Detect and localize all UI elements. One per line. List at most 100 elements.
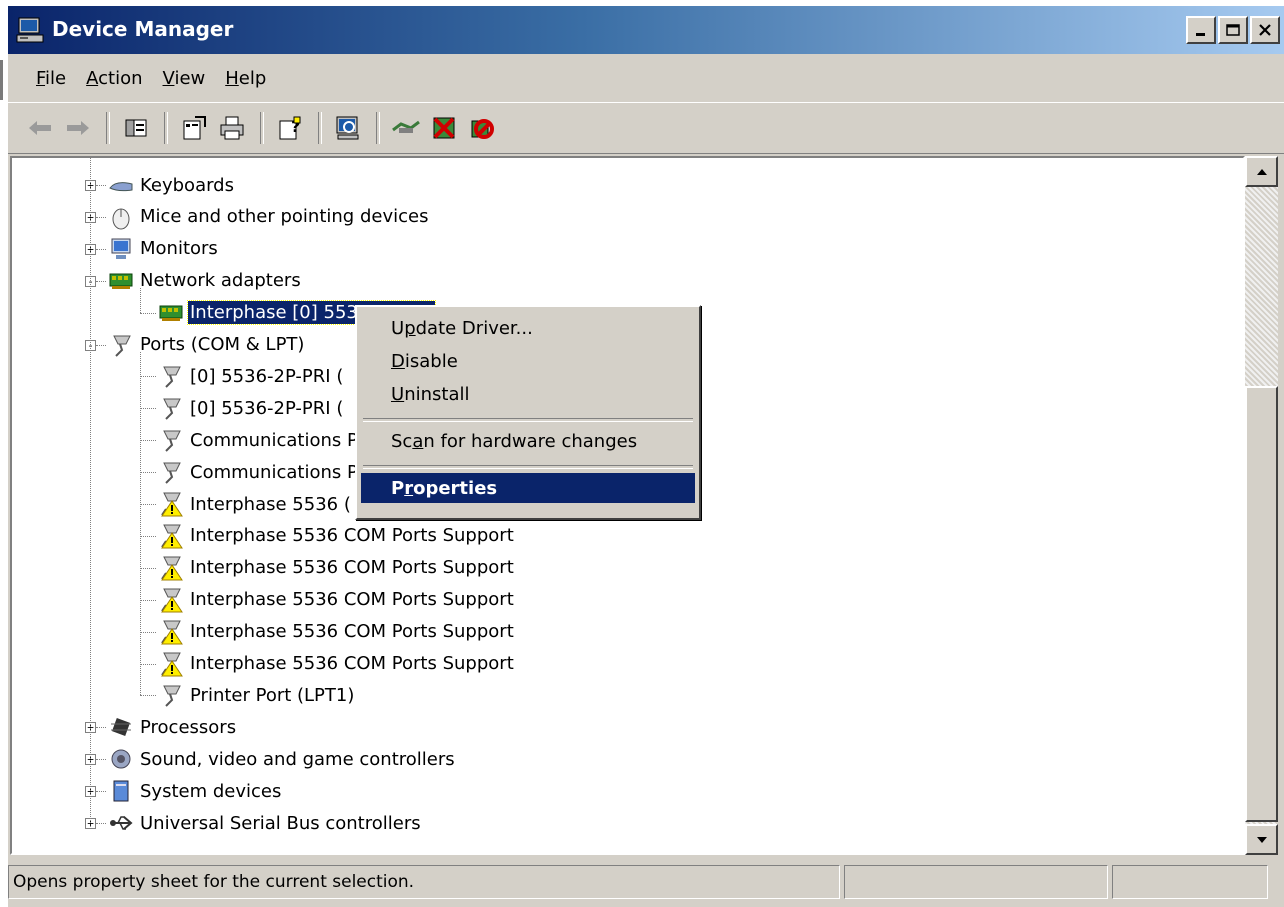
tree-connector (96, 759, 106, 761)
port-icon (163, 685, 181, 708)
tree-device[interactable]: Printer Port (LPT1) (158, 680, 356, 710)
print-icon (220, 116, 244, 140)
tree-connector (140, 631, 156, 633)
title-bar[interactable]: Device Manager (8, 6, 1284, 54)
monitor-icon (111, 238, 131, 259)
update-driver-button[interactable] (388, 110, 424, 146)
print-button[interactable] (214, 110, 250, 146)
port-icon (163, 462, 181, 484)
tree-label: Keyboards (140, 174, 234, 196)
show-hide-tree-button[interactable] (118, 110, 154, 146)
tree-category[interactable]: Monitors (108, 234, 220, 264)
tree-device[interactable]: [0] 5536-2P-PRI ( (158, 361, 345, 391)
tree-category[interactable]: Ports (COM & LPT) (108, 330, 306, 360)
tree-connector (96, 216, 106, 218)
vertical-scrollbar[interactable] (1245, 156, 1278, 855)
close-icon (1259, 24, 1271, 36)
processor-icon (111, 718, 131, 737)
tree-label: System devices (140, 780, 282, 802)
status-bar: Opens property sheet for the current sel… (8, 865, 1284, 901)
uninstall-button[interactable] (426, 110, 462, 146)
context-menu: Up date Driver... Disable Uninstall Sc a n for… (355, 305, 701, 520)
maximize-button[interactable] (1218, 16, 1248, 44)
tree-connector (96, 344, 106, 346)
tree-label: Ports (COM & LPT) (140, 334, 305, 355)
tree-connector (140, 663, 156, 665)
menu-view[interactable]: View (153, 68, 216, 89)
tree-category[interactable]: System devices (108, 776, 283, 806)
help-button[interactable]: ? (272, 110, 308, 146)
port-warning-icon (161, 620, 183, 645)
tree-connector (140, 440, 156, 442)
tree-label: Network adapters (140, 270, 301, 292)
show-hide-tree-icon (125, 119, 147, 137)
forward-button[interactable] (60, 110, 96, 146)
scroll-up-icon (1256, 168, 1267, 175)
context-menu-update-driver[interactable]: Up date Driver... (361, 313, 695, 343)
properties-button[interactable] (176, 110, 212, 146)
tree-device[interactable]: Interphase 5536 COM Ports Support (158, 649, 516, 679)
tree-label: Communications P (190, 461, 358, 483)
uninstall-icon (433, 117, 455, 139)
scroll-up-button[interactable] (1245, 156, 1278, 187)
tree-connector (140, 376, 156, 378)
tree-category[interactable]: Processors (108, 712, 238, 742)
tree-device[interactable]: Interphase 5536 COM Ports Support (158, 585, 516, 615)
toolbar-separator (106, 112, 110, 144)
tree-connector (96, 185, 106, 186)
tree-connector (90, 158, 91, 823)
tree-device[interactable]: Communications P (158, 457, 360, 487)
window-title: Device Manager (52, 17, 234, 41)
minimize-button[interactable] (1186, 16, 1216, 44)
toolbar-separator (164, 112, 168, 144)
menu-action[interactable]: Action (76, 68, 152, 89)
tree-device[interactable]: Interphase 5536 ( (158, 489, 353, 519)
tree-device[interactable]: Interphase 5536 COM Ports Support (158, 617, 516, 647)
back-button[interactable] (22, 110, 58, 146)
tree-device[interactable]: Interphase 5536 COM Ports Support (158, 521, 516, 551)
context-menu-properties[interactable]: Pr operties (361, 473, 695, 503)
tree-connector (96, 791, 106, 793)
tree-label: Sound, video and game controllers (140, 748, 455, 770)
menu-help[interactable]: Help (215, 68, 276, 89)
port-warning-icon (161, 556, 183, 581)
tree-device[interactable]: Interphase 5536 COM Ports Support (158, 553, 516, 583)
tree-label: [0] 5536-2P-PRI ( (190, 397, 344, 419)
tree-label: Interphase 5536 COM Ports Support (190, 589, 514, 611)
status-text: Opens property sheet for the current sel… (8, 865, 840, 899)
mouse-icon (112, 208, 130, 230)
menu-bar: File Action View Help (8, 58, 1284, 98)
maximize-icon (1226, 24, 1240, 36)
port-warning-icon (161, 588, 183, 613)
scan-hardware-button[interactable] (330, 110, 366, 146)
close-button[interactable] (1250, 16, 1280, 44)
tree-category[interactable]: Universal Serial Bus controllers (108, 808, 423, 838)
tree-category[interactable]: Sound, video and game controllers (108, 744, 457, 774)
disable-button[interactable] (464, 110, 500, 146)
menu-file[interactable]: File (26, 68, 76, 89)
toolbar-separator (260, 112, 264, 144)
context-menu-disable[interactable]: Disable (361, 346, 695, 376)
tree-category[interactable]: Keyboards (108, 170, 236, 200)
window-controls (1186, 16, 1280, 44)
scroll-down-button[interactable] (1245, 824, 1278, 855)
tree-label: Universal Serial Bus controllers (140, 812, 421, 834)
tree-label: Interphase 5536 COM Ports Support (190, 557, 514, 579)
port-icon (163, 398, 181, 421)
tree-device[interactable]: Communications P (158, 425, 360, 455)
tree-category[interactable]: Network adapters (108, 266, 303, 296)
tree-connector (96, 280, 106, 282)
tree-connector (140, 472, 156, 474)
port-icon (113, 335, 131, 357)
tree-device[interactable]: [0] 5536-2P-PRI ( (158, 393, 345, 423)
tree-connector (140, 535, 156, 537)
tree-category[interactable]: Mice and other pointing devices (108, 202, 430, 232)
context-menu-uninstall[interactable]: Uninstall (361, 379, 695, 409)
speaker-icon (111, 749, 131, 769)
usb-icon (110, 816, 133, 830)
scroll-thumb[interactable] (1245, 386, 1278, 822)
network-card-icon (109, 273, 133, 289)
context-menu-scan-for-hardware-changes[interactable]: Sc a n for hardware changes (361, 426, 695, 456)
tree-connector (140, 351, 141, 696)
tree-label: Interphase 5536 COM Ports Support (190, 525, 514, 547)
